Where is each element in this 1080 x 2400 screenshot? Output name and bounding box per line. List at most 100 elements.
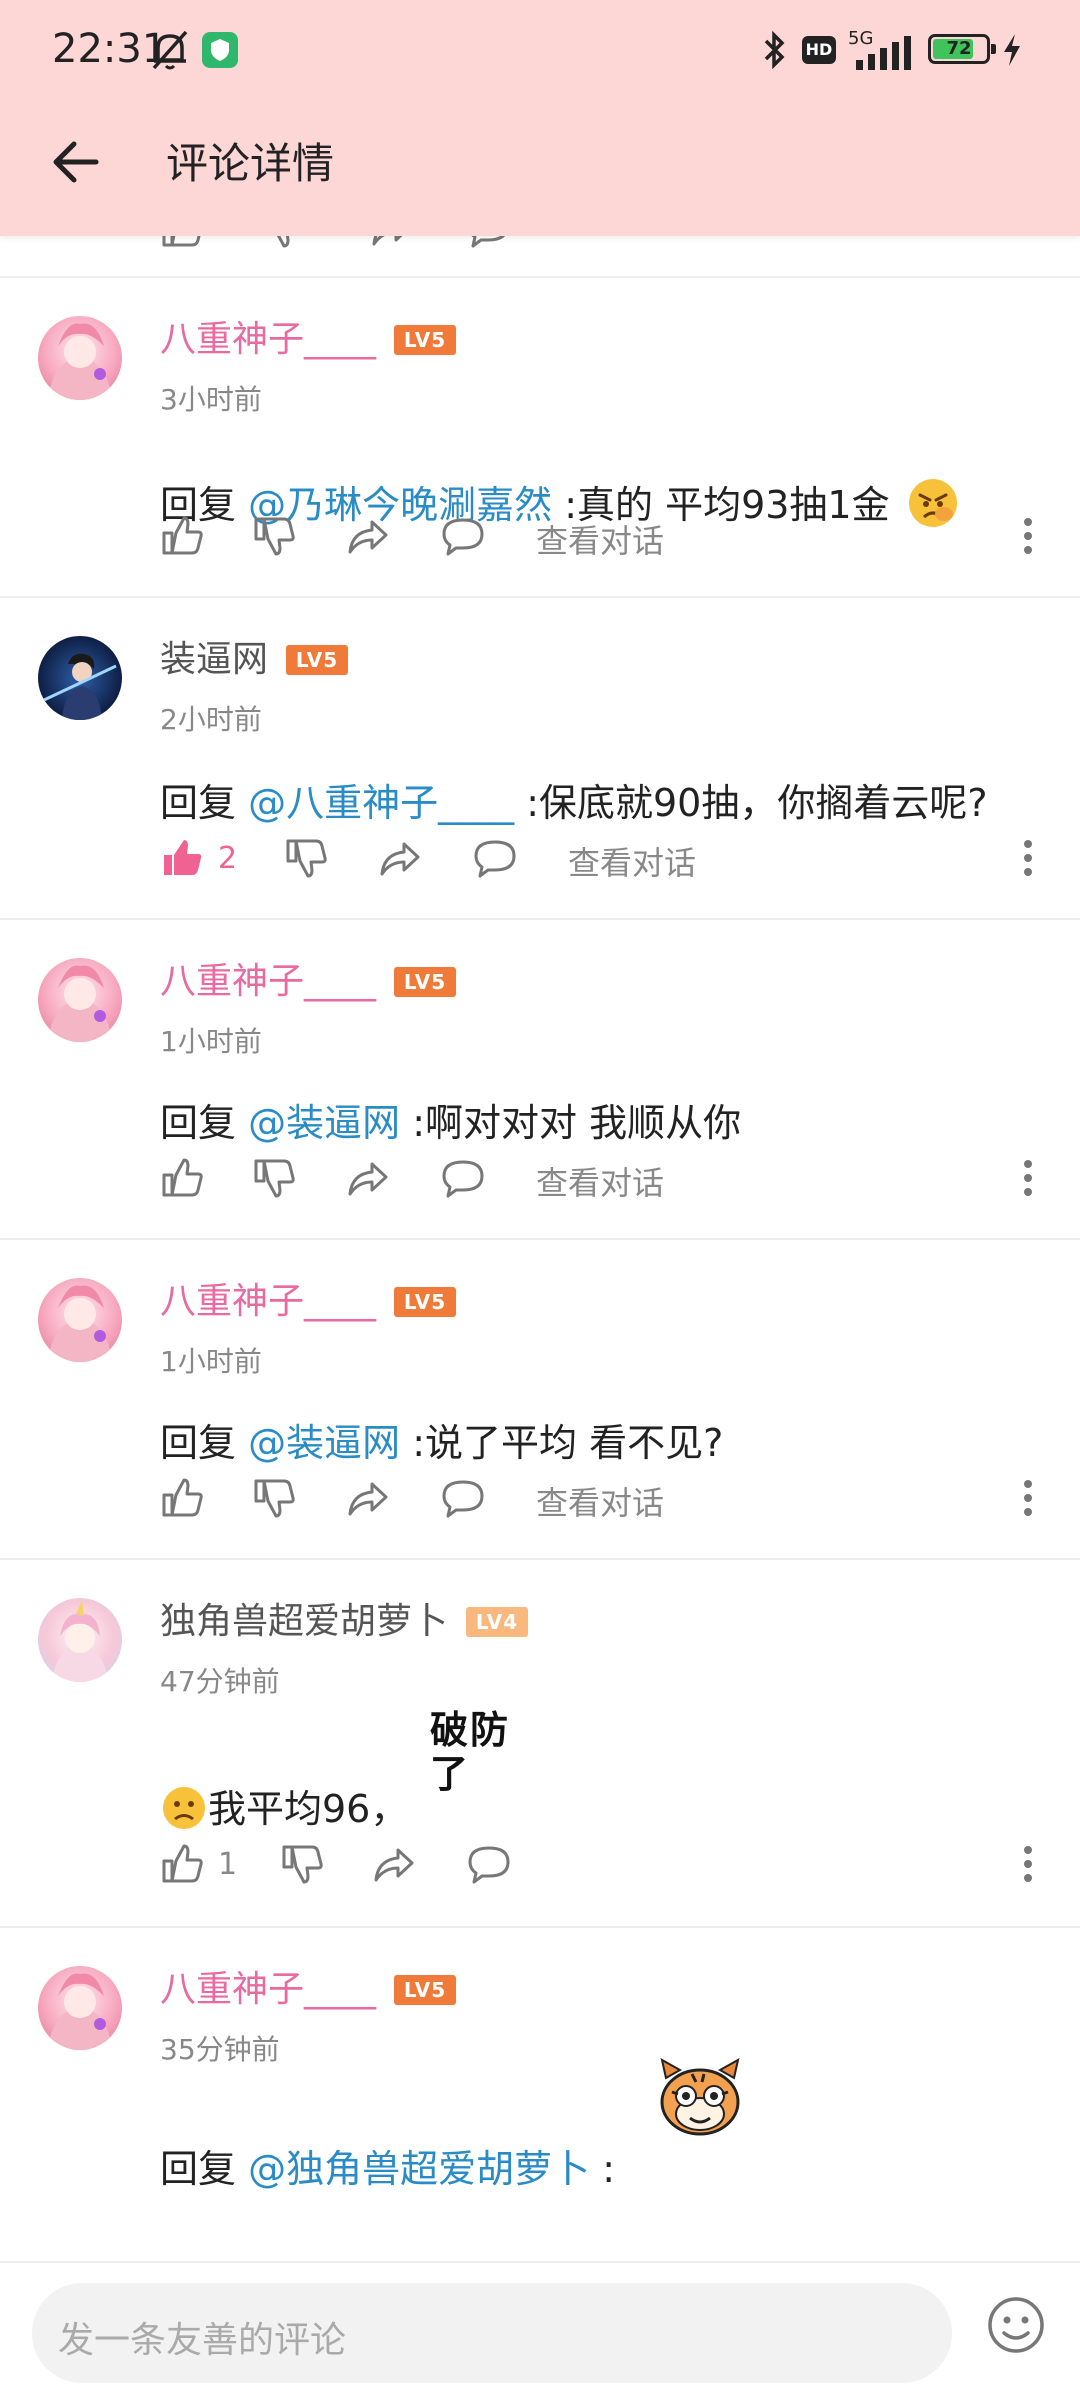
- comment-item[interactable]: 八重神子____ LV5 1小时前 回复 @装逼网 :说了平均 看不见? 查看对话: [0, 1240, 1080, 1560]
- thumbs-up-icon[interactable]: [160, 514, 204, 558]
- level-badge: LV5: [394, 325, 457, 355]
- thumbs-down-icon[interactable]: [252, 1476, 296, 1520]
- share-icon[interactable]: [346, 1476, 390, 1520]
- share-icon[interactable]: [346, 514, 390, 558]
- comment-icon[interactable]: [440, 514, 486, 558]
- post-time: 3小时前: [160, 383, 262, 416]
- comment-text: 回复 @独角兽超爱胡萝卜 :: [160, 2147, 615, 2191]
- like-button[interactable]: [160, 1148, 204, 1208]
- comment-text: 我平均96，: [160, 1778, 1000, 1840]
- view-conversation-link[interactable]: 查看对话: [536, 1478, 664, 1524]
- comment-actions: 1: [160, 1834, 1040, 1894]
- avatar[interactable]: [38, 1278, 122, 1362]
- username[interactable]: 装逼网 LV5: [160, 636, 349, 684]
- reply-button[interactable]: [466, 1834, 512, 1894]
- share-icon[interactable]: [372, 1842, 416, 1886]
- share-button[interactable]: [372, 1834, 416, 1894]
- comment-item[interactable]: 独角兽超爱胡萝卜 LV4 47分钟前 我平均96， 破防了 1: [0, 1560, 1080, 1928]
- thumbs-up-filled-icon[interactable]: [160, 836, 204, 880]
- comment-input[interactable]: 发一条友善的评论: [32, 2283, 952, 2383]
- emoji-icon[interactable]: [986, 2295, 1046, 2355]
- dislike-button[interactable]: [280, 1834, 324, 1894]
- username[interactable]: 独角兽超爱胡萝卜 LV4: [160, 1598, 529, 1646]
- comment-input-bar: 发一条友善的评论: [0, 2261, 1080, 2400]
- level-badge: LV5: [394, 967, 457, 997]
- share-icon[interactable]: [378, 836, 422, 880]
- post-time: 2小时前: [160, 703, 262, 736]
- comment-icon[interactable]: [466, 1842, 512, 1886]
- avatar[interactable]: [38, 958, 122, 1042]
- comment-item[interactable]: 装逼网 LV5 2小时前 回复 @八重神子____ :保底就90抽，你搁着云呢? …: [0, 598, 1080, 920]
- mention-link[interactable]: @装逼网: [248, 1101, 400, 1145]
- thumbs-up-icon[interactable]: [160, 1476, 204, 1520]
- comment-icon[interactable]: [440, 1476, 486, 1520]
- post-time: 47分钟前: [160, 1665, 280, 1698]
- signal-icon: [856, 36, 911, 70]
- username[interactable]: 八重神子____ LV5: [160, 958, 457, 1006]
- thumbs-down-icon[interactable]: [284, 836, 328, 880]
- avatar[interactable]: [38, 1966, 122, 2050]
- share-button[interactable]: [378, 828, 422, 888]
- comment-icon[interactable]: [440, 1156, 486, 1200]
- reply-button[interactable]: [440, 1468, 486, 1528]
- like-button[interactable]: [160, 1468, 204, 1528]
- thumbs-down-icon[interactable]: [252, 514, 296, 558]
- comment-item[interactable]: 八重神子____ LV5 1小时前 回复 @装逼网 :啊对对对 我顺从你 查看对话: [0, 920, 1080, 1240]
- username[interactable]: 八重神子____ LV5: [160, 316, 457, 364]
- shield-app-icon: [202, 32, 238, 68]
- username[interactable]: 八重神子____ LV5: [160, 1966, 457, 2014]
- more-vertical-icon[interactable]: [1016, 836, 1040, 880]
- comment-text: 回复 @装逼网 :啊对对对 我顺从你: [160, 1101, 742, 1145]
- comment-list[interactable]: 八重神子____ LV5 3小时前 回复 @乃琳今晚涮嘉然 :真的 平均93抽1金…: [0, 236, 1080, 2261]
- header: 22:31 HD 5G 72 评论详情: [0, 0, 1080, 236]
- level-badge: LV5: [394, 1975, 457, 2005]
- share-icon[interactable]: [346, 1156, 390, 1200]
- level-badge: LV5: [286, 645, 349, 675]
- like-count: 1: [218, 1846, 238, 1882]
- more-vertical-icon[interactable]: [1016, 1476, 1040, 1520]
- like-button[interactable]: 2: [160, 828, 237, 888]
- more-vertical-icon[interactable]: [1016, 514, 1040, 558]
- comment-item[interactable]: 八重神子____ LV5 3小时前 回复 @乃琳今晚涮嘉然 :真的 平均93抽1金…: [0, 278, 1080, 598]
- thumbs-down-icon[interactable]: [260, 236, 304, 250]
- comment-item[interactable]: 八重神子____ LV5 35分钟前 回复 @独角兽超爱胡萝卜 :: [0, 1928, 1080, 2261]
- avatar[interactable]: [38, 1598, 122, 1682]
- thumbs-down-icon[interactable]: [280, 1842, 324, 1886]
- comment-icon[interactable]: [465, 236, 511, 250]
- share-icon[interactable]: [370, 236, 414, 250]
- mention-link[interactable]: @八重神子____: [248, 781, 514, 825]
- avatar[interactable]: [38, 316, 122, 400]
- more-vertical-icon[interactable]: [1016, 1156, 1040, 1200]
- dislike-button[interactable]: [252, 1468, 296, 1528]
- mention-link[interactable]: @装逼网: [248, 1421, 400, 1465]
- dislike-button[interactable]: [284, 828, 328, 888]
- like-button[interactable]: 1: [160, 1834, 237, 1894]
- view-conversation-link[interactable]: 查看对话: [536, 1158, 664, 1204]
- thumbs-up-icon[interactable]: [160, 1156, 204, 1200]
- username[interactable]: 八重神子____ LV5: [160, 1278, 457, 1326]
- view-conversation-link[interactable]: 查看对话: [568, 838, 696, 884]
- like-button[interactable]: [160, 506, 204, 566]
- reply-button[interactable]: [472, 828, 518, 888]
- view-conversation-link[interactable]: 查看对话: [536, 516, 664, 562]
- comment-actions: 查看对话: [160, 506, 1040, 566]
- reply-button[interactable]: [440, 1148, 486, 1208]
- reply-button[interactable]: [440, 506, 486, 566]
- avatar[interactable]: [38, 636, 122, 720]
- mention-link[interactable]: @独角兽超爱胡萝卜: [248, 2147, 590, 2191]
- worried-face-emoji-icon: [163, 1787, 205, 1829]
- thumbs-up-icon[interactable]: [160, 236, 204, 250]
- thumbs-down-icon[interactable]: [252, 1156, 296, 1200]
- back-arrow-icon[interactable]: [44, 130, 108, 194]
- more-vertical-icon[interactable]: [1016, 1842, 1040, 1886]
- share-button[interactable]: [346, 506, 390, 566]
- comment-actions: 2 查看对话: [160, 828, 1040, 888]
- bluetooth-icon: [764, 30, 785, 70]
- share-button[interactable]: [346, 1148, 390, 1208]
- comment-icon[interactable]: [472, 836, 518, 880]
- share-button[interactable]: [346, 1468, 390, 1528]
- dislike-button[interactable]: [252, 1148, 296, 1208]
- dislike-button[interactable]: [252, 506, 296, 566]
- thumbs-up-icon[interactable]: [160, 1842, 204, 1886]
- battery-level: 72: [946, 38, 972, 59]
